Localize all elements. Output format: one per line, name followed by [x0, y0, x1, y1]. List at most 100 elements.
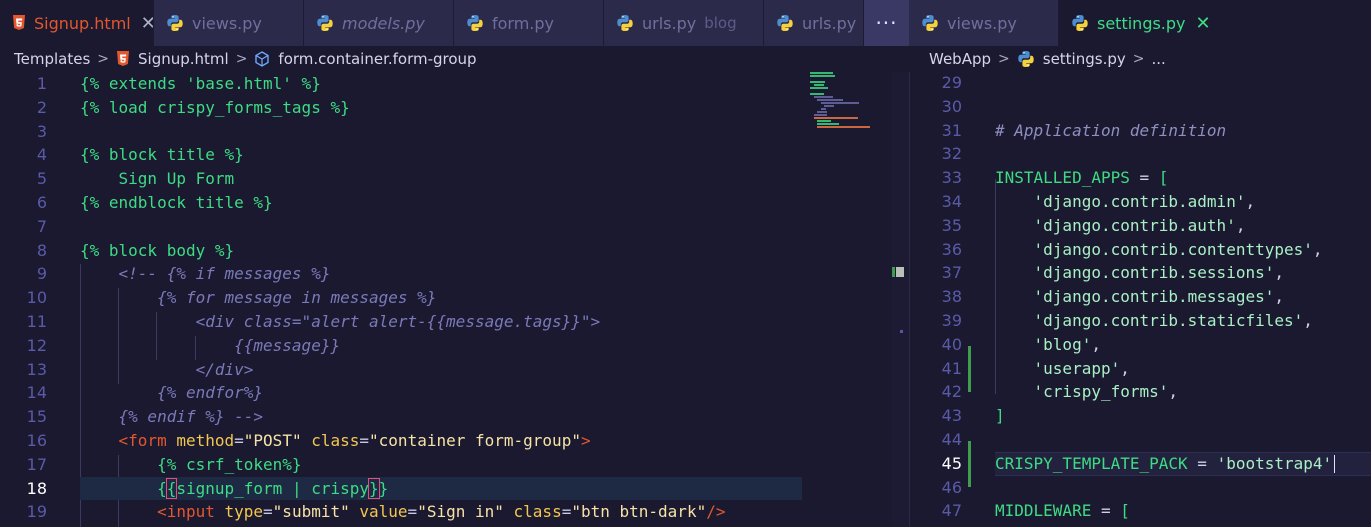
- code-token: </div>: [80, 359, 254, 379]
- code-token: =: [1129, 168, 1159, 188]
- code-token: 'django.contrib.contenttypes': [1033, 239, 1313, 259]
- tab-description: blog: [704, 14, 737, 32]
- line-number: 18: [26, 478, 47, 498]
- code-text: Sign Up Form: [80, 167, 235, 191]
- code-line[interactable]: 43]: [910, 404, 1371, 428]
- code-line[interactable]: 4 {% block title %}: [0, 143, 909, 167]
- code-line[interactable]: 38 'django.contrib.messages',: [910, 285, 1371, 309]
- minimap-line: [813, 84, 825, 86]
- more-tabs-button[interactable]: ···: [864, 0, 909, 46]
- breadcrumb-symbol[interactable]: form.container.form-group: [254, 50, 477, 68]
- code-line[interactable]: 9 <!-- {% if messages %}: [0, 262, 909, 286]
- code-line[interactable]: 10 {% for message in messages %}: [0, 286, 909, 310]
- code-line[interactable]: 47 MIDDLEWARE = [: [910, 499, 1371, 523]
- code-line[interactable]: 6 {% endblock title %}: [0, 191, 909, 215]
- breadcrumb-file[interactable]: settings.py: [1017, 50, 1126, 68]
- code-line[interactable]: 19 <input type="submit" value="Sign in" …: [0, 500, 909, 524]
- code-line[interactable]: 31 # Application definition: [910, 119, 1371, 143]
- tab-urls-py[interactable]: urls.py blog: [604, 0, 764, 46]
- code-text: <div class="alert alert-{{message.tags}}…: [80, 310, 601, 334]
- line-number: 37: [941, 263, 962, 283]
- code-text: 'crispy_forms',: [995, 380, 1179, 404]
- code-line[interactable]: 29: [910, 72, 1371, 95]
- code-line[interactable]: 18 {{signup_form | crispy}}: [0, 477, 909, 501]
- code-line[interactable]: 40 'blog',: [910, 333, 1371, 357]
- code-line[interactable]: 42 'crispy_forms',: [910, 380, 1371, 404]
- code-line[interactable]: 13 </div>: [0, 358, 909, 382]
- tab-views-py[interactable]: views.py: [909, 0, 1059, 46]
- breadcrumb-more[interactable]: ...: [1151, 50, 1165, 68]
- code-token: method: [176, 431, 235, 450]
- code-line[interactable]: 46: [910, 476, 1371, 500]
- breadcrumb-file-label: settings.py: [1042, 50, 1126, 68]
- code-line[interactable]: 39 'django.contrib.staticfiles',: [910, 309, 1371, 333]
- tab-settings-py[interactable]: settings.py ✕: [1059, 0, 1371, 46]
- code-text: <form method="POST" class="container for…: [80, 429, 591, 453]
- code-token: <div class="alert alert-{{message.tags}}…: [80, 312, 601, 331]
- code-token: "submit": [272, 502, 350, 522]
- breadcrumb-symbol-label: form.container.form-group: [278, 50, 477, 68]
- code-line[interactable]: 36 'django.contrib.contenttypes',: [910, 238, 1371, 262]
- code-token: {% csrf_token%}: [80, 454, 302, 474]
- code-token: {% for message in messages %}: [80, 288, 437, 308]
- code-line[interactable]: 32: [910, 142, 1371, 166]
- code-line[interactable]: 41 'userapp',: [910, 357, 1371, 381]
- code-token: {{message}}: [80, 335, 341, 355]
- code-line[interactable]: 5 Sign Up Form: [0, 167, 909, 191]
- vertical-scrollbar[interactable]: [892, 72, 909, 527]
- code-text: INSTALLED_APPS = [: [995, 166, 1168, 190]
- code-line[interactable]: 34 'django.contrib.admin',: [910, 190, 1371, 214]
- close-icon[interactable]: ✕: [141, 13, 153, 34]
- code-token: ,: [1091, 334, 1101, 354]
- code-line[interactable]: 15 {% endif %} -->: [0, 405, 909, 429]
- code-line[interactable]: 17 {% csrf_token%}: [0, 453, 909, 477]
- code-token: class: [311, 431, 360, 450]
- code-line[interactable]: 33 INSTALLED_APPS = [: [910, 166, 1371, 190]
- tab-models-py[interactable]: models.py: [304, 0, 454, 46]
- line-number: 3: [36, 121, 47, 141]
- code-line[interactable]: 8 {% block body %}: [0, 239, 909, 263]
- code-line[interactable]: 44: [910, 428, 1371, 452]
- chevron-right-icon: >: [998, 51, 1010, 67]
- close-icon[interactable]: ✕: [1196, 13, 1211, 34]
- line-number: 30: [941, 96, 962, 116]
- code-text: {{message}}: [80, 334, 340, 358]
- code-token: value: [359, 502, 408, 522]
- tab-urls-py[interactable]: urls.py: [764, 0, 864, 46]
- tab-label: Signup.html: [34, 13, 131, 33]
- code-line[interactable]: 12 {{message}}: [0, 334, 909, 358]
- code-line[interactable]: 3: [0, 120, 909, 144]
- code-line[interactable]: 35 'django.contrib.auth',: [910, 214, 1371, 238]
- code-line[interactable]: 2 {% load crispy_forms_tags %}: [0, 96, 909, 120]
- code-token: ,: [1245, 192, 1256, 211]
- tab-views-py[interactable]: views.py: [154, 0, 304, 46]
- code-line[interactable]: 11 <div class="alert alert-{{message.tag…: [0, 310, 909, 334]
- code-line[interactable]: 1 {% extends 'base.html' %}: [0, 72, 909, 96]
- breadcrumb-folder[interactable]: WebApp: [929, 50, 991, 68]
- code-token: 'blog': [1033, 334, 1092, 354]
- code-text: </div>: [80, 358, 254, 382]
- scrollbar-thumb[interactable]: [896, 267, 904, 277]
- tab-Signup-html[interactable]: Signup.html ✕: [0, 0, 154, 46]
- minimap[interactable]: [810, 72, 892, 132]
- code-line[interactable]: 37 'django.contrib.sessions',: [910, 261, 1371, 285]
- code-line[interactable]: 16 <form method="POST" class="container …: [0, 429, 909, 453]
- code-text: 'django.contrib.admin',: [995, 190, 1256, 214]
- code-line[interactable]: 48 'django.middleware.security.SecurityM…: [910, 523, 1371, 527]
- code-line[interactable]: 30: [910, 95, 1371, 119]
- minimap-line: [813, 117, 858, 119]
- code-token: {% endif %} -->: [80, 407, 264, 427]
- python-editor[interactable]: 29 30 31 # Application definition 32 33 INSTAL…: [909, 72, 1371, 527]
- code-line[interactable]: 7: [0, 215, 909, 239]
- breadcrumb-file[interactable]: Signup.html: [116, 50, 229, 68]
- code-token: 'django.contrib.auth': [1033, 215, 1236, 235]
- breadcrumb-folder[interactable]: Templates: [14, 50, 90, 68]
- code-line[interactable]: 45 CRISPY_TEMPLATE_PACK = 'bootstrap4': [910, 452, 1371, 476]
- code-line[interactable]: 14 {% endfor%}: [0, 381, 909, 405]
- tab-form-py[interactable]: form.py: [454, 0, 604, 46]
- html-editor[interactable]: 1 {% extends 'base.html' %} 2 {% load crisp…: [0, 72, 909, 527]
